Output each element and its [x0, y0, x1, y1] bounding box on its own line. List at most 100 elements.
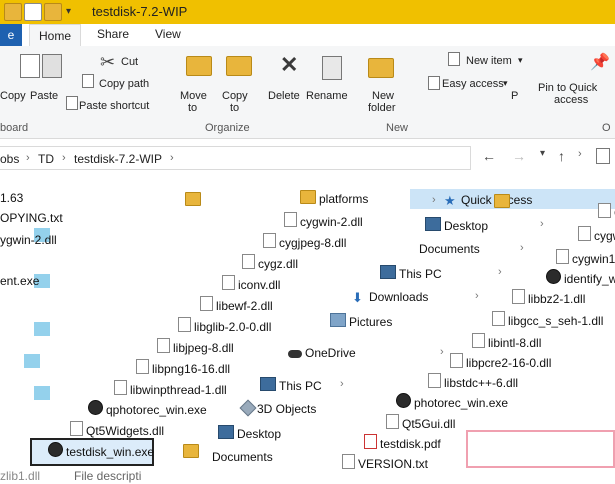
move-to-button-line2[interactable]: to [188, 102, 197, 114]
pin-quick-access-button-line2[interactable]: access [554, 94, 588, 106]
computer-icon [380, 265, 396, 279]
expand-arrow-icon[interactable]: › [340, 378, 344, 390]
expand-arrow-icon[interactable]: › [475, 290, 479, 302]
expand-arrow-icon[interactable]: › [520, 242, 524, 254]
address-field[interactable] [0, 146, 471, 170]
collapse-arrow-icon[interactable]: › [432, 194, 436, 206]
list-item[interactable]: libbz2-1.dll [512, 289, 585, 307]
list-item[interactable]: libglib-2.0-0.dll [178, 317, 271, 335]
tab-view[interactable]: View [155, 27, 181, 41]
folder-icon [185, 192, 201, 206]
delete-button[interactable]: Delete [268, 90, 300, 102]
selected-list-item[interactable]: testdisk_win.exe [48, 442, 154, 460]
list-item[interactable]: libpng16-16.dll [136, 359, 230, 377]
breadcrumb-item[interactable]: obs [0, 152, 19, 166]
list-item[interactable]: libewf-2.dll [200, 296, 273, 314]
list-item[interactable]: VERSION.txt [342, 454, 428, 472]
expand-arrow-icon[interactable]: › [440, 346, 444, 358]
back-arrow-icon[interactable]: ← [482, 148, 496, 164]
list-item[interactable]: Qt5Widgets.dll [70, 421, 164, 439]
nav-pictures[interactable]: Pictures [330, 313, 392, 330]
drag-preview-box [466, 430, 615, 468]
nav-desktop[interactable]: Desktop [218, 425, 281, 442]
list-item[interactable]: libintl-8.dll [472, 333, 541, 351]
list-item[interactable]: photorec_win.exe [396, 393, 508, 411]
forward-arrow-icon[interactable]: → [512, 148, 526, 164]
folder-icon [300, 190, 316, 204]
new-folder-icon [368, 58, 394, 78]
cut-button[interactable]: Cut [121, 56, 138, 68]
list-item[interactable]: OPYING.txt [0, 210, 63, 226]
list-item[interactable]: Qt5Gui.dll [386, 414, 455, 432]
list-item[interactable]: cygjpeg-8.dll [263, 233, 346, 251]
tab-home[interactable]: Home [29, 24, 82, 47]
list-item[interactable]: ent.exe [0, 273, 39, 289]
new-item-dropdown-icon[interactable]: ▾ [518, 55, 523, 66]
nav-documents[interactable]: Documents [198, 449, 273, 465]
properties-button[interactable]: P [511, 90, 518, 102]
list-item[interactable]: identify_win [546, 269, 615, 287]
copy-to-button-line2[interactable]: to [230, 102, 239, 114]
quick-access-folder-icon[interactable] [4, 3, 22, 21]
list-item[interactable]: zlib1.dll [0, 468, 40, 484]
list-item[interactable]: iconv.dll [222, 275, 280, 293]
list-item[interactable]: libpcre2-16-0.dll [450, 353, 551, 371]
copy-button[interactable]: Copy [0, 90, 26, 102]
list-item[interactable]: C [598, 203, 615, 221]
list-item[interactable]: libwinpthread-1.dll [114, 380, 227, 398]
nav-documents[interactable]: Documents [405, 241, 480, 257]
rename-icon [322, 56, 342, 80]
list-item[interactable]: libstdc++-6.dll [428, 373, 518, 391]
nav-quick-access[interactable]: ★ Quick access [444, 192, 532, 208]
list-item[interactable]: platforms [300, 190, 368, 207]
new-folder-button[interactable]: New [372, 90, 394, 102]
nav-3d-objects[interactable]: 3D Objects [239, 399, 316, 417]
nav-this-pc[interactable]: This PC [380, 265, 442, 282]
copy-to-button[interactable]: Copy [222, 90, 248, 102]
breadcrumb-item[interactable]: testdisk-7.2-WIP [74, 152, 162, 166]
paste-shortcut-button[interactable]: Paste shortcut [79, 100, 149, 112]
chevron-right-icon[interactable]: › [26, 152, 30, 164]
list-item[interactable]: libgcc_s_seh-1.dll [492, 311, 603, 329]
paste-button[interactable]: Paste [30, 90, 58, 102]
list-item[interactable]: cygwin1 [556, 249, 615, 267]
up-arrow-icon[interactable]: ↑ [558, 148, 565, 164]
new-item-button[interactable]: New item [466, 55, 512, 67]
list-item[interactable]: cygwin1. [578, 226, 615, 244]
pin-quick-access-button[interactable]: Pin to Quick [538, 82, 597, 94]
list-item[interactable]: libjpeg-8.dll [157, 338, 234, 356]
breadcrumb-item[interactable]: TD [38, 152, 54, 166]
new-folder-qat-icon[interactable] [44, 3, 62, 21]
move-to-button[interactable]: Move [180, 90, 207, 102]
desktop-icon [425, 217, 441, 231]
pdf-file-icon [364, 434, 377, 449]
recent-dropdown-icon[interactable]: ▾ [540, 148, 545, 159]
rename-button[interactable]: Rename [306, 90, 348, 102]
qat-dropdown-icon[interactable]: ▾ [66, 6, 82, 22]
easy-access-dropdown-icon[interactable]: ▾ [503, 78, 508, 89]
copy-path-button[interactable]: Copy path [99, 78, 149, 90]
list-item[interactable]: ygwin-2.dll [0, 232, 57, 248]
window-title: testdisk-7.2-WIP [92, 4, 188, 19]
nav-onedrive[interactable]: OneDrive [288, 345, 356, 361]
easy-access-button[interactable]: Easy access [442, 78, 504, 90]
nav-desktop[interactable]: Desktop [425, 217, 488, 234]
delete-icon: ✕ [280, 52, 299, 77]
list-item[interactable]: testdisk.pdf [364, 434, 441, 452]
expand-arrow-icon[interactable]: › [540, 218, 544, 230]
nav-downloads[interactable]: ⬇ Downloads [352, 289, 428, 305]
list-item[interactable]: qphotorec_win.exe [88, 400, 207, 418]
new-folder-button-line2[interactable]: folder [368, 102, 396, 114]
list-item[interactable]: cygz.dll [242, 254, 298, 272]
list-item[interactable]: cygwin-2.dll [284, 212, 363, 230]
dll-file-icon [157, 338, 170, 353]
nav-this-pc[interactable]: This PC [260, 377, 322, 394]
tab-file[interactable]: e [0, 24, 22, 46]
list-item[interactable]: 1.63 [0, 190, 23, 206]
tab-share[interactable]: Share [97, 27, 129, 41]
chevron-right-icon[interactable]: › [62, 152, 66, 164]
chevron-right-icon[interactable]: › [578, 148, 582, 160]
properties-icon[interactable] [24, 3, 42, 21]
expand-arrow-icon[interactable]: › [498, 266, 502, 278]
chevron-right-icon[interactable]: › [170, 152, 174, 164]
